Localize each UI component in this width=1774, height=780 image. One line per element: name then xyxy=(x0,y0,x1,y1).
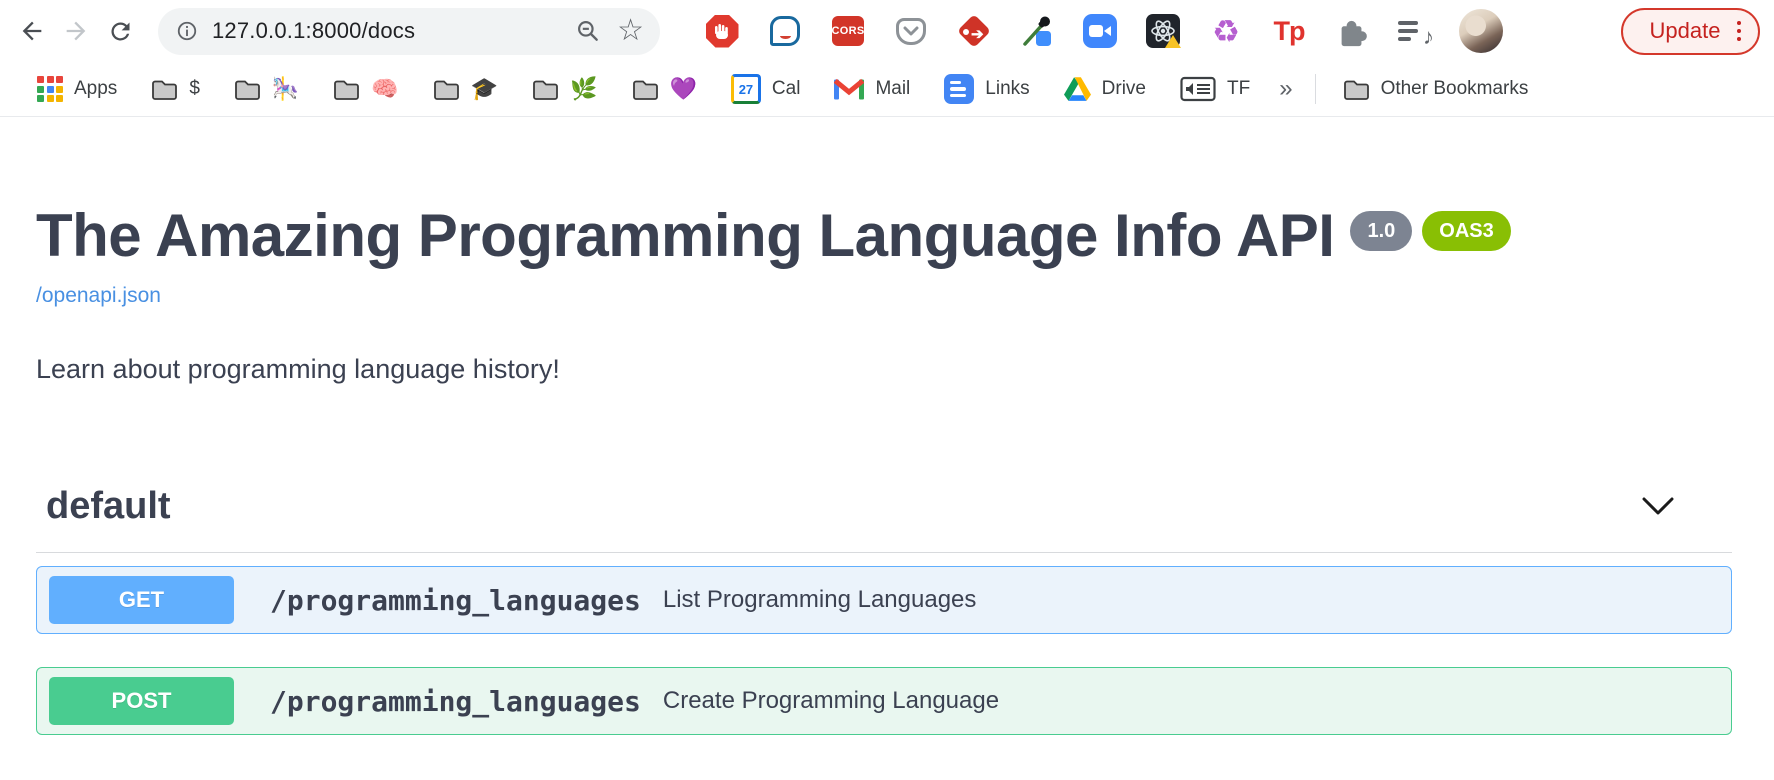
adblock-icon[interactable] xyxy=(704,11,740,51)
music-queue-icon[interactable]: ♪ xyxy=(1397,11,1433,51)
post-method-button[interactable]: POST xyxy=(49,677,234,725)
links-list-icon xyxy=(944,74,974,104)
bookmark-drive[interactable]: Drive xyxy=(1047,77,1163,101)
profile-avatar[interactable] xyxy=(1459,9,1503,53)
bookmark-apps[interactable]: Apps xyxy=(20,76,134,102)
api-info-header: The Amazing Programming Language Info AP… xyxy=(36,203,1732,269)
toggl-icon[interactable]: Tp xyxy=(1271,11,1307,51)
url-text[interactable]: 127.0.0.1:8000/docs xyxy=(212,18,575,44)
tag-section-header[interactable]: default xyxy=(36,485,1732,553)
bookmark-gmail[interactable]: Mail xyxy=(817,78,927,101)
get-method-button[interactable]: GET xyxy=(49,576,234,624)
bookmark-calendar[interactable]: 27 Cal xyxy=(714,74,818,104)
folder-icon xyxy=(1343,78,1370,101)
bookmarks-overflow-chevron[interactable]: » xyxy=(1267,75,1304,103)
announcement-card-icon xyxy=(1180,75,1216,103)
color-picker-icon[interactable] xyxy=(1019,11,1055,51)
bookmarks-bar: Apps $ 🎠 🧠 🎓 🌿 💜 27 Cal Mail Link xyxy=(0,62,1774,117)
api-description: Learn about programming language history… xyxy=(36,354,1732,385)
address-bar[interactable]: 127.0.0.1:8000/docs ☆ xyxy=(158,8,660,55)
browser-toolbar: 127.0.0.1:8000/docs ☆ CORS ➔ xyxy=(0,0,1774,62)
cors-icon[interactable]: CORS xyxy=(830,11,866,51)
bookmark-links[interactable]: Links xyxy=(927,74,1046,104)
endpoint-path: /programming_languages xyxy=(270,685,641,718)
recycle-icon[interactable]: ♻ xyxy=(1208,11,1244,51)
bookmark-folder-brain[interactable]: 🧠 xyxy=(316,78,415,101)
version-badge: 1.0 xyxy=(1350,211,1412,251)
react-devtools-icon[interactable] xyxy=(1145,11,1181,51)
folder-icon xyxy=(433,78,460,101)
brain-emoji: 🧠 xyxy=(371,78,398,100)
endpoint-row-post[interactable]: POST /programming_languages Create Progr… xyxy=(36,667,1732,735)
folder-icon xyxy=(333,78,360,101)
bookmark-folder-purple-heart[interactable]: 💜 xyxy=(615,78,714,101)
endpoint-summary: Create Programming Language xyxy=(663,687,999,715)
tag-section-title: default xyxy=(46,485,171,528)
google-calendar-icon: 27 xyxy=(731,74,761,104)
bookmark-star-icon[interactable]: ☆ xyxy=(617,16,644,46)
google-drive-icon xyxy=(1064,77,1091,101)
purple-heart-emoji: 💜 xyxy=(670,78,697,100)
collapse-section-button[interactable] xyxy=(1640,496,1676,518)
openapi-json-link[interactable]: /openapi.json xyxy=(36,284,161,308)
pocket-icon[interactable] xyxy=(893,11,929,51)
oas3-badge: OAS3 xyxy=(1422,211,1510,251)
graduation-cap-emoji: 🎓 xyxy=(471,78,498,100)
update-button[interactable]: Update xyxy=(1621,8,1760,55)
puzzle-icon[interactable] xyxy=(1334,11,1370,51)
folder-icon xyxy=(234,78,261,101)
reload-icon xyxy=(107,18,134,45)
bookmark-tf[interactable]: TF xyxy=(1163,75,1267,103)
chevron-down-icon xyxy=(1640,496,1676,518)
herb-emoji: 🌿 xyxy=(570,78,597,100)
zoom-camera-icon[interactable] xyxy=(1082,11,1118,51)
gmail-icon xyxy=(834,78,864,101)
bookmark-folder-graduation[interactable]: 🎓 xyxy=(416,78,515,101)
carousel-horse-emoji: 🎠 xyxy=(272,78,299,100)
bookmark-folder-carousel[interactable]: 🎠 xyxy=(217,78,316,101)
endpoint-summary: List Programming Languages xyxy=(663,586,977,614)
reload-button[interactable] xyxy=(98,9,142,53)
back-arrow-icon xyxy=(18,17,46,45)
bookmark-folder-dollar[interactable]: $ xyxy=(134,78,217,101)
apps-grid-icon xyxy=(37,76,63,102)
browser-menu-kebab-icon[interactable] xyxy=(1737,21,1742,42)
endpoint-row-get[interactable]: GET /programming_languages List Programm… xyxy=(36,566,1732,634)
folder-icon xyxy=(632,78,659,101)
page-title: The Amazing Programming Language Info AP… xyxy=(36,203,1334,269)
extensions-row: CORS ➔ ♻ Tp xyxy=(704,11,1433,51)
swagger-page: The Amazing Programming Language Info AP… xyxy=(0,203,1774,735)
page-info-icon[interactable] xyxy=(176,20,198,42)
redirect-icon[interactable]: ➔ xyxy=(956,11,992,51)
endpoint-path: /programming_languages xyxy=(270,584,641,617)
forward-arrow-icon xyxy=(62,17,90,45)
bookmarks-divider xyxy=(1315,74,1316,104)
back-button[interactable] xyxy=(10,9,54,53)
folder-icon xyxy=(532,78,559,101)
update-label: Update xyxy=(1650,18,1721,44)
bookmark-other-bookmarks[interactable]: Other Bookmarks xyxy=(1326,78,1546,101)
api-badges: 1.0 OAS3 xyxy=(1350,211,1510,251)
zoom-out-page-icon[interactable] xyxy=(575,18,601,44)
bookmark-folder-herb[interactable]: 🌿 xyxy=(515,78,614,101)
music-note-glyph: ♪ xyxy=(1423,24,1434,50)
folder-icon xyxy=(151,78,178,101)
chat-bubble-icon[interactable] xyxy=(767,11,803,51)
forward-button[interactable] xyxy=(54,9,98,53)
